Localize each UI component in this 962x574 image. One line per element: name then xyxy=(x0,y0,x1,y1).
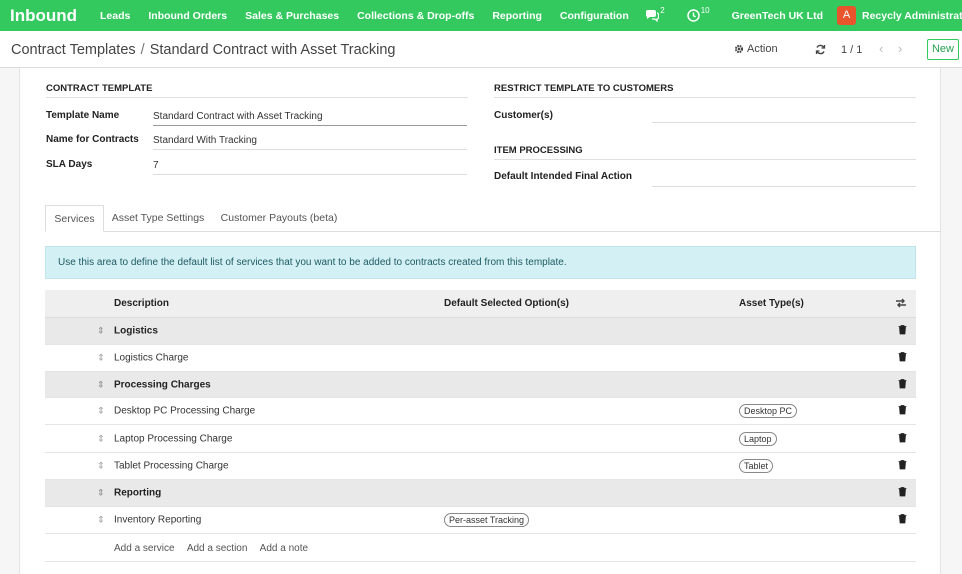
column-description[interactable]: Description xyxy=(114,298,169,309)
row-description: Desktop PC Processing Charge xyxy=(114,405,256,417)
final-action-input[interactable] xyxy=(652,186,916,187)
new-button[interactable]: New xyxy=(927,39,959,60)
contract-template-title: CONTRACT TEMPLATE xyxy=(46,83,468,98)
company-switcher[interactable]: GreenTech UK Ltd xyxy=(732,10,823,22)
drag-handle-icon[interactable]: ⇕ xyxy=(97,515,105,526)
trash-icon[interactable] xyxy=(898,352,907,365)
refresh-icon xyxy=(815,44,825,54)
add-section-link[interactable]: Add a section xyxy=(187,543,248,554)
pager-value[interactable]: 1 / 1 xyxy=(841,44,862,56)
trash-icon[interactable] xyxy=(898,432,907,445)
trash-icon[interactable] xyxy=(898,325,907,338)
asset-type-tag[interactable]: Laptop xyxy=(739,431,777,446)
column-settings-icon[interactable] xyxy=(895,297,907,312)
navbar-right: 2 10 GreenTech UK Ltd A Recycly Administ… xyxy=(645,0,962,31)
action-button[interactable]: Action xyxy=(734,43,778,55)
breadcrumb-parent[interactable]: Contract Templates xyxy=(11,42,136,58)
avatar[interactable]: A xyxy=(837,6,856,25)
table-row[interactable]: ⇕ Logistics Charge xyxy=(45,345,916,372)
main-menu: Leads Inbound Orders Sales & Purchases C… xyxy=(100,10,647,22)
sla-days-input[interactable]: 7 xyxy=(153,160,467,175)
row-description: Logistics xyxy=(114,325,158,337)
tab-customer-payouts[interactable]: Customer Payouts (beta) xyxy=(215,205,343,232)
restrict-customers-title: RESTRICT TEMPLATE TO CUSTOMERS xyxy=(494,83,916,98)
menu-configuration[interactable]: Configuration xyxy=(560,10,629,22)
pager-prev-icon[interactable]: ‹ xyxy=(879,41,883,56)
messages-button[interactable]: 2 xyxy=(645,6,665,22)
asset-type-tag[interactable]: Tablet xyxy=(739,459,774,473)
section-row[interactable]: ⇕ Reporting xyxy=(45,480,916,507)
sla-days-label: SLA Days xyxy=(46,159,93,170)
menu-sales-purchases[interactable]: Sales & Purchases xyxy=(245,10,339,22)
drag-handle-icon[interactable]: ⇕ xyxy=(97,488,105,499)
add-line-links: Add a service Add a section Add a note xyxy=(114,543,318,554)
trash-icon[interactable] xyxy=(898,514,907,527)
drag-handle-icon[interactable]: ⇕ xyxy=(97,379,105,390)
trash-icon[interactable] xyxy=(898,460,907,473)
user-menu[interactable]: Recycly Administrator xyxy=(862,10,962,22)
trash-icon[interactable] xyxy=(898,487,907,500)
column-default-options[interactable]: Default Selected Option(s) xyxy=(444,298,569,309)
table-row[interactable]: ⇕ Inventory Reporting Per-asset Tracking xyxy=(45,507,916,534)
section-row[interactable]: ⇕ Processing Charges xyxy=(45,372,916,398)
menu-reporting[interactable]: Reporting xyxy=(492,10,542,22)
row-description: Inventory Reporting xyxy=(114,514,202,526)
messages-count: 2 xyxy=(660,6,665,15)
add-note-link[interactable]: Add a note xyxy=(260,543,308,554)
final-action-label: Default Intended Final Action xyxy=(494,171,632,182)
activities-count: 10 xyxy=(700,6,710,15)
info-alert: Use this area to define the default list… xyxy=(45,246,916,279)
drag-handle-icon[interactable]: ⇕ xyxy=(97,406,105,417)
menu-collections[interactable]: Collections & Drop-offs xyxy=(357,10,474,22)
menu-inbound-orders[interactable]: Inbound Orders xyxy=(148,10,227,22)
section-row[interactable]: ⇕ Logistics xyxy=(45,318,916,345)
drag-handle-icon[interactable]: ⇕ xyxy=(97,326,105,337)
table-row[interactable]: ⇕ Tablet Processing Charge Tablet xyxy=(45,453,916,480)
action-label: Action xyxy=(747,43,778,55)
table-bottom-divider xyxy=(45,561,916,562)
table-row[interactable]: ⇕ Laptop Processing Charge Laptop xyxy=(45,425,916,453)
chat-icon xyxy=(646,10,660,22)
breadcrumb: Contract Templates / Standard Contract wit… xyxy=(11,42,396,58)
breadcrumb-separator: / xyxy=(140,42,145,58)
template-name-input[interactable]: Standard Contract with Asset Tracking xyxy=(153,111,467,126)
activities-button[interactable]: 10 xyxy=(686,6,710,22)
contract-name-input[interactable]: Standard With Tracking xyxy=(153,135,467,150)
services-table: Description Default Selected Option(s) A… xyxy=(45,290,916,534)
contract-name-label: Name for Contracts xyxy=(46,134,139,145)
customers-input[interactable] xyxy=(652,122,916,123)
app-brand[interactable]: Inbound xyxy=(0,6,100,26)
refresh-button[interactable] xyxy=(812,41,828,57)
row-description: Laptop Processing Charge xyxy=(114,433,233,444)
top-navbar: Inbound Leads Inbound Orders Sales & Pur… xyxy=(0,0,962,31)
table-row[interactable]: ⇕ Desktop PC Processing Charge Desktop P… xyxy=(45,398,916,425)
row-description: Tablet Processing Charge xyxy=(114,460,229,472)
clock-icon xyxy=(686,9,700,22)
control-panel: Contract Templates / Standard Contract wit… xyxy=(0,31,962,68)
row-description: Reporting xyxy=(114,487,162,499)
pager-next-icon[interactable]: › xyxy=(898,41,902,56)
trash-icon[interactable] xyxy=(898,405,907,418)
add-service-link[interactable]: Add a service xyxy=(114,543,175,554)
tab-services[interactable]: Services xyxy=(45,205,104,232)
asset-type-tag[interactable]: Desktop PC xyxy=(739,404,798,418)
drag-handle-icon[interactable]: ⇕ xyxy=(97,461,105,472)
gear-icon xyxy=(734,44,744,54)
tab-asset-type-settings[interactable]: Asset Type Settings xyxy=(106,205,210,232)
row-description: Processing Charges xyxy=(114,379,211,390)
column-asset-types[interactable]: Asset Type(s) xyxy=(739,298,804,309)
table-header: Description Default Selected Option(s) A… xyxy=(45,290,916,318)
drag-handle-icon[interactable]: ⇕ xyxy=(97,353,105,364)
trash-icon[interactable] xyxy=(898,378,907,391)
notebook-tabs: Services Asset Type Settings Customer Pa… xyxy=(45,205,941,232)
breadcrumb-current: Standard Contract with Asset Tracking xyxy=(149,42,396,58)
option-tag[interactable]: Per-asset Tracking xyxy=(444,513,530,527)
row-description: Logistics Charge xyxy=(114,352,189,364)
menu-leads[interactable]: Leads xyxy=(100,10,130,22)
template-name-label: Template Name xyxy=(46,110,120,121)
item-processing-title: ITEM PROCESSING xyxy=(494,145,916,160)
drag-handle-icon[interactable]: ⇕ xyxy=(97,433,105,444)
customers-label: Customer(s) xyxy=(494,110,553,121)
